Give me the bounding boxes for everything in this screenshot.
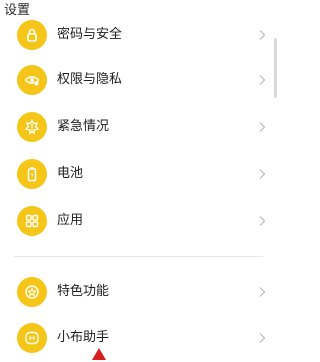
chevron-right-icon	[259, 30, 266, 40]
settings-item-emergency[interactable]: 紧急情况	[0, 105, 277, 151]
settings-item-label: 密码与安全	[57, 27, 123, 42]
star-icon	[17, 277, 47, 307]
settings-item-label: 特色功能	[57, 284, 110, 299]
chevron-right-icon	[259, 75, 266, 85]
chevron-right-icon	[259, 122, 266, 132]
settings-item-label: 权限与隐私	[57, 72, 123, 87]
settings-item-label: 应用	[57, 213, 84, 228]
settings-item-breeno-assistant[interactable]: 小布助手	[0, 316, 277, 362]
section-divider	[14, 256, 263, 257]
chevron-right-icon	[259, 169, 266, 179]
settings-item-label: 小布助手	[57, 330, 110, 345]
settings-item-permissions-privacy[interactable]: 权限与隐私	[0, 58, 277, 104]
lock-icon	[17, 20, 47, 50]
settings-item-label: 紧急情况	[57, 119, 110, 134]
chevron-right-icon	[259, 287, 266, 297]
chevron-right-icon	[259, 333, 266, 343]
apps-grid-icon	[17, 206, 47, 236]
scrollbar[interactable]	[274, 38, 277, 98]
assistant-icon	[17, 323, 47, 353]
battery-icon	[17, 159, 47, 189]
settings-item-special-features[interactable]: 特色功能	[0, 270, 277, 316]
settings-item-battery[interactable]: 电池	[0, 152, 277, 198]
settings-item-label: 电池	[57, 166, 84, 181]
emergency-icon	[17, 112, 47, 142]
settings-item-password-security[interactable]: 密码与安全	[0, 13, 277, 59]
pointer-arrow-icon	[92, 348, 106, 360]
chevron-right-icon	[259, 216, 266, 226]
settings-item-apps[interactable]: 应用	[0, 199, 277, 245]
eye-privacy-icon	[17, 65, 47, 95]
